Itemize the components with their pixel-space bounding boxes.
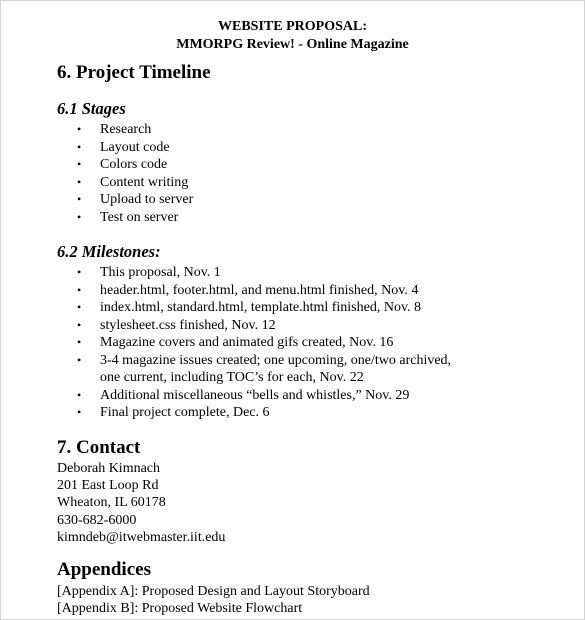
list-item: • Layout code — [77, 139, 170, 155]
list-item: • Additional miscellaneous “bells and whi… — [77, 387, 410, 403]
stages-list: • Research • Layout code • Colors code • Con… — [57, 121, 193, 226]
bullet-icon: • — [77, 300, 82, 314]
list-item: • Magazine covers and animated gifs creat… — [77, 335, 394, 350]
list-item: • header.html, footer.html, and menu.html… — [77, 282, 419, 298]
list-item: • Test on server — [77, 209, 179, 225]
list-item: • Content writing — [77, 174, 189, 190]
list-item: • 3-4 magazine issues created; one upcomi… — [77, 352, 452, 386]
bullet-icon: • — [77, 387, 82, 402]
bullet-icon: • — [77, 282, 82, 297]
header-line-1: WEBSITE PROPOSAL: — [218, 19, 367, 34]
bullet-icon: • — [77, 174, 82, 189]
bullet-icon: • — [77, 335, 82, 349]
appendix-a: [Appendix A]: Proposed Design and Layout… — [57, 584, 370, 599]
list-item: • index.html, standard.html, template.htm… — [77, 300, 422, 315]
subsection-stages-heading: 6.1 Stages — [57, 99, 126, 118]
subsection-milestones-heading: 6.2 Milestones: — [57, 242, 161, 261]
contact-name: Deborah Kimnach — [57, 461, 161, 476]
bullet-icon: • — [77, 192, 82, 206]
contact-block: Deborah Kimnach 201 East Loop Rd Wheaton… — [57, 460, 225, 546]
bullet-icon: • — [77, 265, 82, 279]
bullet-icon: • — [77, 139, 82, 154]
document-page: WEBSITE PROPOSAL: MMORPG Review! - Onlin… — [0, 0, 585, 620]
appendix-b: [Appendix B]: Proposed Website Flowchart — [57, 601, 303, 617]
contact-city: Wheaton, IL 60178 — [57, 495, 166, 511]
section-contact-heading: 7. Contact — [57, 437, 141, 458]
section-project-timeline-heading: 6. Project Timeline — [57, 62, 211, 83]
bullet-icon: • — [77, 157, 82, 171]
list-item: • Final project complete, Dec. 6 — [77, 405, 270, 420]
list-item: • Research — [77, 122, 152, 137]
list-item: • Colors code — [77, 157, 168, 172]
contact-phone: 630-682-6000 — [57, 512, 137, 528]
contact-street: 201 East Loop Rd — [57, 478, 159, 494]
list-item: • This proposal, Nov. 1 — [77, 265, 221, 280]
milestones-list: • This proposal, Nov. 1 • header.html, foo… — [57, 264, 451, 422]
contact-email: kimndeb@itwebmaster.iit.edu — [57, 529, 226, 545]
bullet-icon: • — [77, 352, 82, 367]
bullet-icon: • — [77, 209, 82, 224]
appendices-block: [Appendix A]: Proposed Design and Layout… — [57, 583, 370, 617]
section-appendices-heading: Appendices — [57, 559, 151, 580]
document-header: WEBSITE PROPOSAL: MMORPG Review! - Onlin… — [1, 18, 584, 54]
bullet-icon: • — [77, 405, 82, 419]
header-line-2: MMORPG Review! - Online Magazine — [176, 37, 409, 52]
list-item: • stylesheet.css finished, Nov. 12 — [77, 317, 276, 333]
list-item: • Upload to server — [77, 192, 194, 207]
bullet-icon: • — [77, 122, 82, 136]
bullet-icon: • — [77, 317, 82, 332]
